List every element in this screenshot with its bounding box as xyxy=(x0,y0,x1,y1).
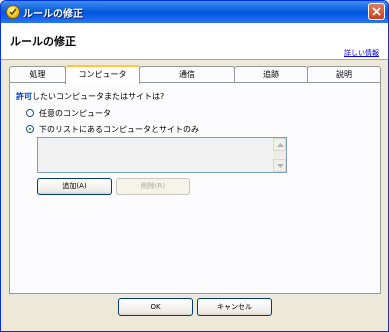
title-bar[interactable]: ルールの修正 xyxy=(1,1,388,23)
radio-label: 下のリストにあるコンピュータとサイトのみ xyxy=(39,125,199,134)
list-scrollbar[interactable] xyxy=(273,138,286,172)
close-icon xyxy=(372,7,381,16)
question-text: 許可したいコンピュータまたはサイトは? xyxy=(16,91,164,102)
radio-label: 任意のコンピュータ xyxy=(39,109,111,118)
dialog-header: ルールの修正 xyxy=(1,23,388,60)
add-button[interactable]: 追加(A) xyxy=(37,178,112,195)
tab-action[interactable]: 処理 xyxy=(9,66,66,82)
ok-button[interactable]: OK xyxy=(118,298,193,316)
radio-button[interactable] xyxy=(26,109,34,117)
remove-button[interactable]: 削除(R) xyxy=(116,178,190,195)
computer-site-list[interactable] xyxy=(37,137,287,173)
question-highlight: 許可 xyxy=(16,92,32,101)
tab-computers[interactable]: コンピュータ xyxy=(65,65,140,84)
scroll-up-button[interactable] xyxy=(273,138,286,151)
dialog-title: ルールの修正 xyxy=(10,35,76,48)
tab-communications[interactable]: 通信 xyxy=(139,66,235,82)
tab-strip: 処理 コンピュータ 通信 追跡 説明 xyxy=(9,65,381,84)
tab-description[interactable]: 説明 xyxy=(307,66,381,82)
window-title: ルールの修正 xyxy=(23,9,83,20)
dialog-window: ルールの修正 ルールの修正 詳しい情報 処理 コンピュータ 通信 追跡 説明 許… xyxy=(0,0,389,332)
norton-shield-icon xyxy=(6,5,20,19)
cancel-button[interactable]: キャンセル xyxy=(197,298,272,316)
details-link[interactable]: 詳しい情報 xyxy=(344,48,379,58)
close-button[interactable] xyxy=(368,3,385,20)
chevron-up-icon xyxy=(277,143,284,147)
tab-tracking[interactable]: 追跡 xyxy=(234,66,308,82)
scroll-down-button[interactable] xyxy=(273,159,286,172)
question-rest: したいコンピュータまたはサイトは? xyxy=(32,92,165,101)
radio-button-selected[interactable] xyxy=(26,125,34,133)
chevron-down-icon xyxy=(277,164,284,168)
